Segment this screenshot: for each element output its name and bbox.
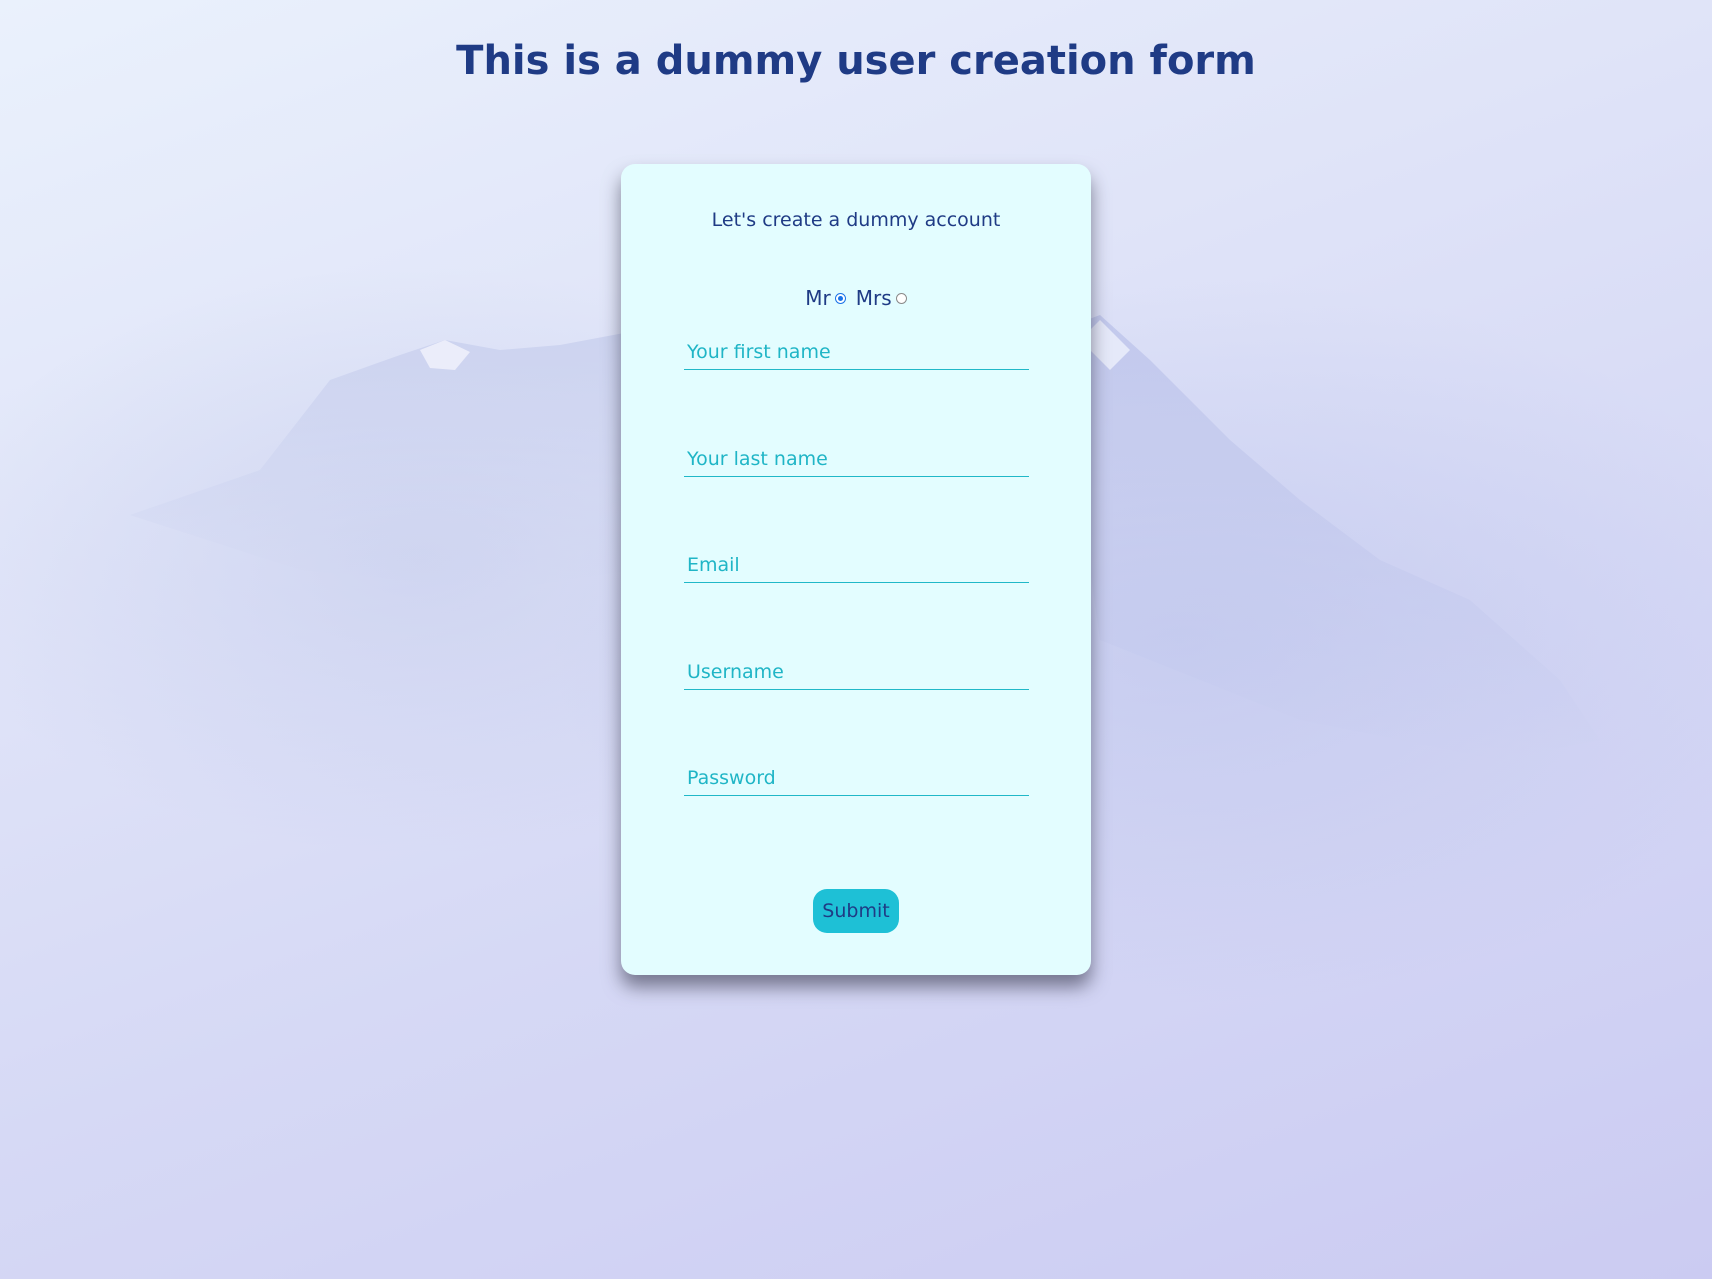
username-input[interactable] bbox=[684, 654, 1029, 689]
title-option-mr-label: Mr bbox=[805, 286, 831, 310]
username-field bbox=[684, 654, 1029, 690]
title-radio-group: Mr Mrs bbox=[621, 284, 1091, 312]
submit-button[interactable]: Submit bbox=[813, 889, 899, 933]
user-creation-form: Let's create a dummy account Mr Mrs Subm… bbox=[621, 164, 1091, 975]
page-title: This is a dummy user creation form bbox=[456, 38, 1256, 84]
first-name-field bbox=[684, 334, 1029, 370]
first-name-input[interactable] bbox=[684, 334, 1029, 369]
last-name-input[interactable] bbox=[684, 441, 1029, 476]
title-option-mrs-label: Mrs bbox=[855, 286, 892, 310]
password-input[interactable] bbox=[684, 760, 1029, 795]
mrs-radio-button[interactable] bbox=[895, 292, 907, 304]
mr-radio-button[interactable] bbox=[834, 292, 846, 304]
title-option-mrs[interactable]: Mrs bbox=[856, 285, 907, 311]
password-field bbox=[684, 760, 1029, 796]
email-field bbox=[684, 547, 1029, 583]
email-input[interactable] bbox=[684, 547, 1029, 582]
last-name-field bbox=[684, 441, 1029, 477]
title-option-mr[interactable]: Mr bbox=[805, 285, 846, 311]
form-subtitle: Let's create a dummy account bbox=[711, 209, 1001, 231]
